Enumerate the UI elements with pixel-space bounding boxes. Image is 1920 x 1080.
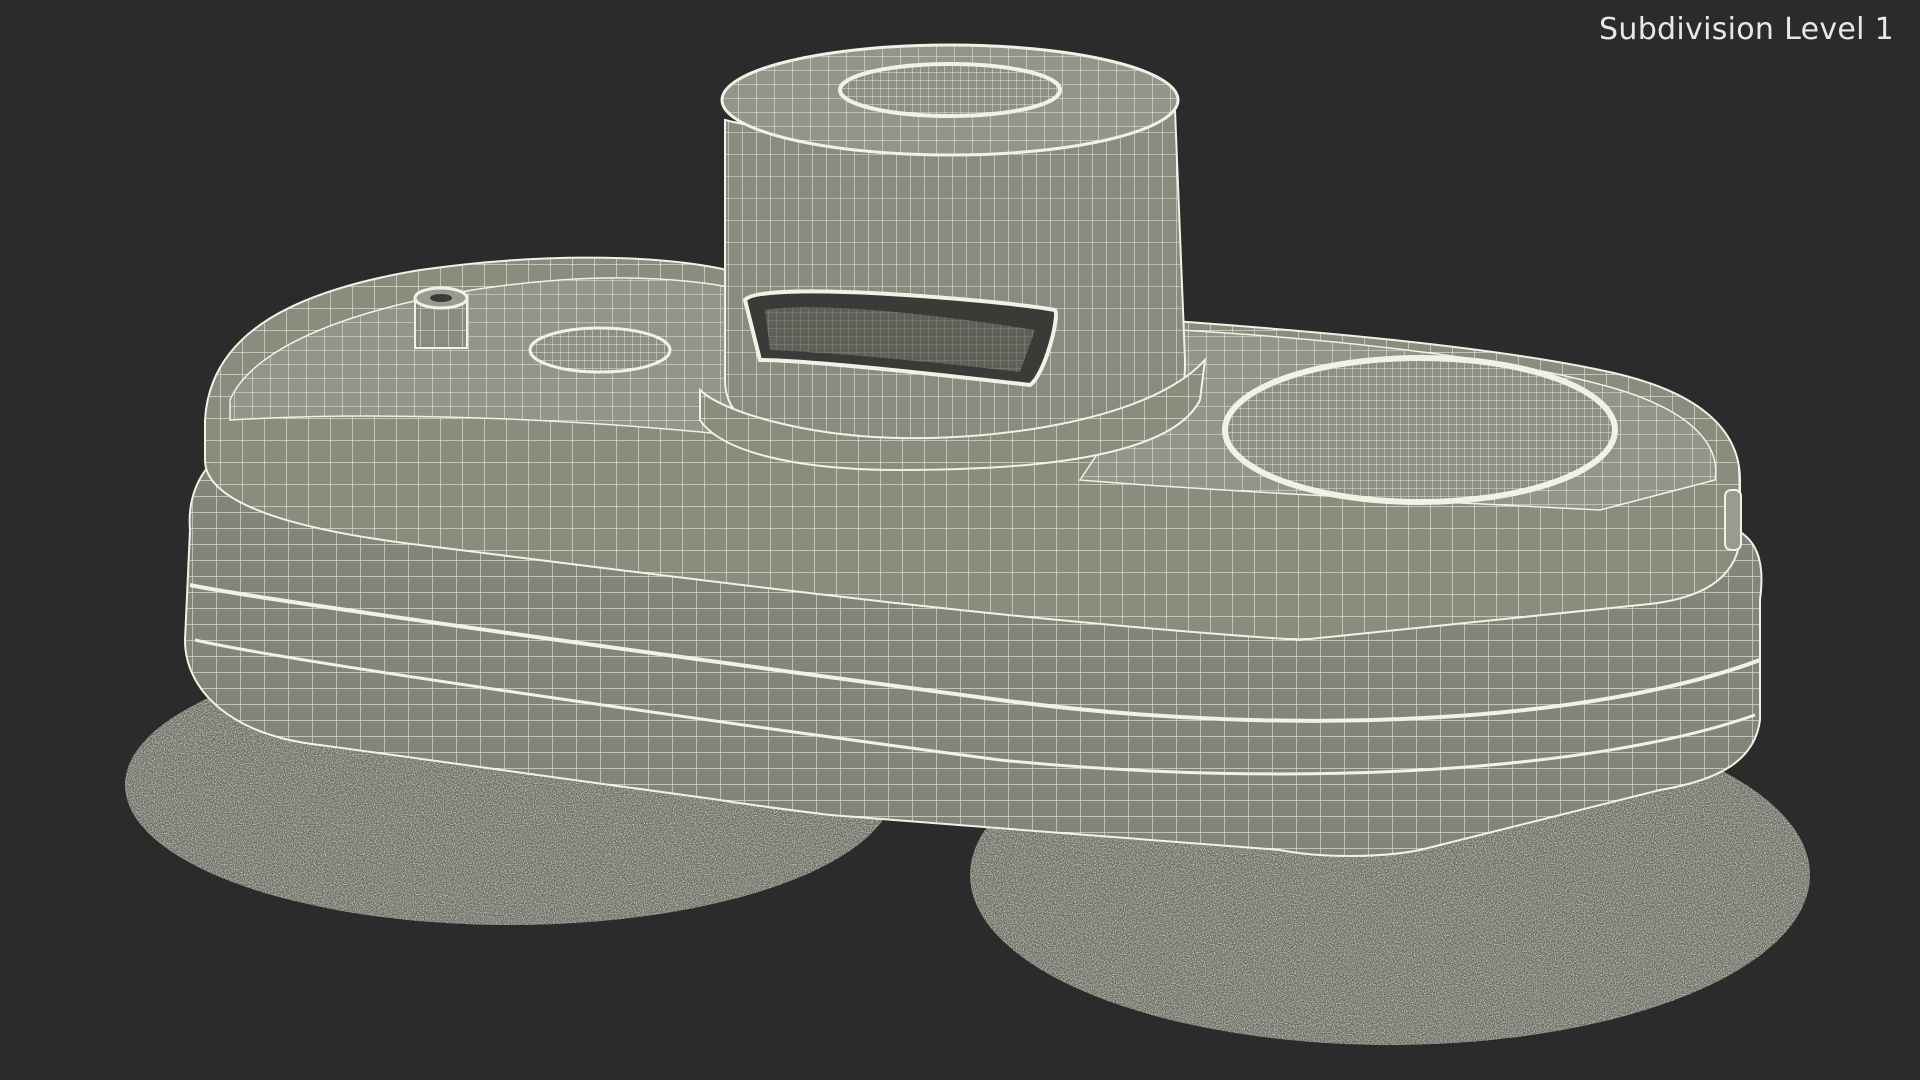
- render-viewport: Subdivision Level 1: [0, 0, 1920, 1080]
- side-button: [1724, 489, 1742, 551]
- subdivision-level-label: Subdivision Level 1: [1599, 12, 1894, 47]
- top-cylinder: [699, 43, 1207, 472]
- wireframe-render: [125, 43, 1810, 1045]
- nozzle: [413, 286, 469, 349]
